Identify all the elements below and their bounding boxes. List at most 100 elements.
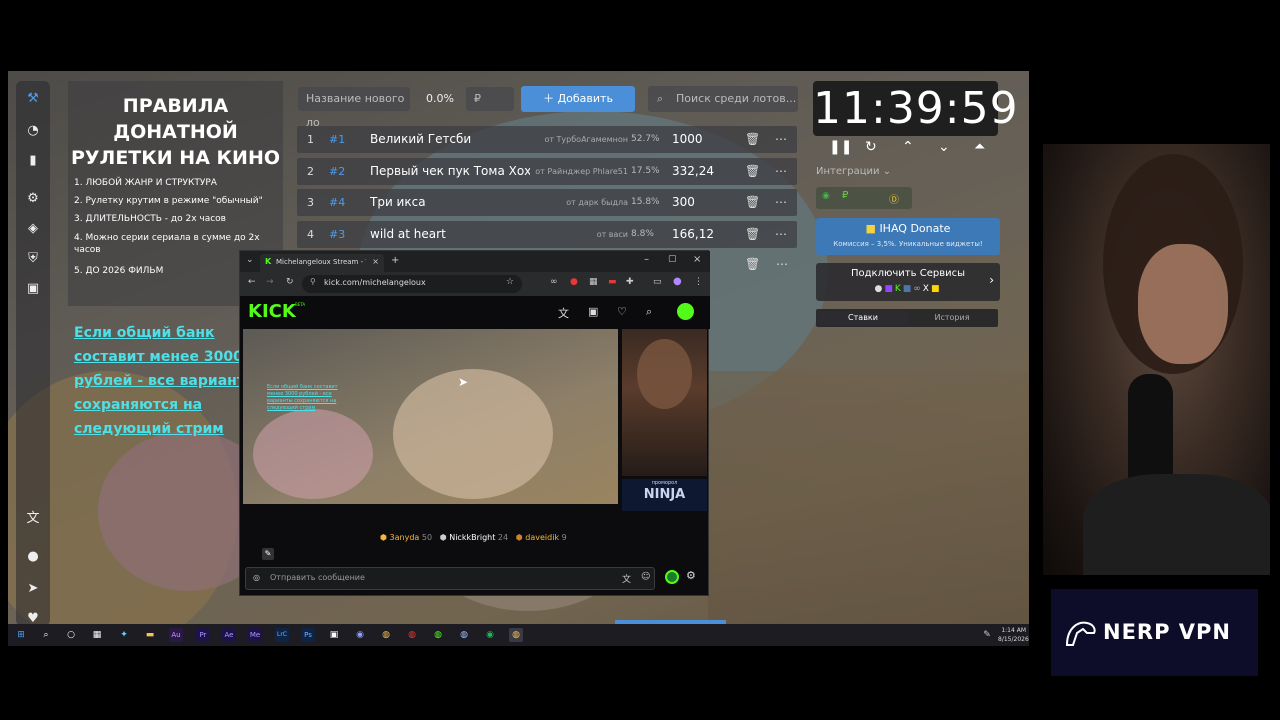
app-icon[interactable]: ▣ bbox=[327, 628, 341, 642]
trash-icon[interactable]: 🗑 bbox=[745, 126, 760, 153]
shield-icon[interactable]: ⛨ bbox=[25, 251, 41, 267]
maximize-icon[interactable]: ▢ bbox=[668, 254, 677, 264]
avatar[interactable] bbox=[677, 303, 694, 320]
more-icon[interactable]: ⋯ bbox=[776, 257, 788, 271]
chat-mode-icon[interactable]: ◎ bbox=[253, 573, 260, 582]
lot-row[interactable]: 2 #2 Первый чек пук Тома Хохла от Райндж… bbox=[297, 158, 797, 185]
lot-name[interactable]: wild at heart bbox=[370, 221, 530, 248]
tab-history[interactable]: История bbox=[908, 311, 996, 325]
premiere-icon[interactable]: Pr bbox=[196, 628, 210, 642]
lot-amount[interactable]: 166,12 bbox=[672, 221, 714, 248]
steam-icon[interactable]: ◍ bbox=[457, 628, 471, 642]
lot-amount[interactable]: 332,24 bbox=[672, 158, 714, 185]
more-icon[interactable]: ⋯ bbox=[775, 158, 787, 185]
media-encoder-icon[interactable]: Me bbox=[248, 628, 262, 642]
profile-icon[interactable]: ● bbox=[673, 276, 682, 287]
ninja-promo[interactable]: проморол NINJA bbox=[622, 479, 707, 511]
forward-icon[interactable]: → bbox=[266, 277, 274, 287]
chrome-active-icon[interactable]: ◍ bbox=[509, 628, 523, 642]
trash-icon[interactable]: 🗑 bbox=[745, 257, 760, 271]
lot-name[interactable]: Великий Гетсби bbox=[370, 126, 530, 153]
system-clock[interactable]: 1:14 AM 8/15/2026 bbox=[998, 626, 1029, 644]
lightroom-icon[interactable]: LrC bbox=[275, 628, 289, 642]
translate-icon[interactable]: 文 bbox=[558, 305, 569, 321]
double-up-icon[interactable]: ⏶ bbox=[974, 139, 985, 155]
translate-icon[interactable]: 文 bbox=[25, 511, 41, 527]
extension-icon[interactable]: ▦ bbox=[589, 277, 598, 287]
amount-input[interactable]: ₽ bbox=[466, 87, 514, 111]
github-icon[interactable]: ● bbox=[25, 549, 41, 565]
restart-icon[interactable]: ↻ bbox=[865, 139, 877, 155]
file-explorer-icon[interactable]: ▬ bbox=[143, 628, 157, 642]
reload-icon[interactable]: ↻ bbox=[286, 277, 294, 287]
chat-input[interactable]: ◎ Отправить сообщение 文 ☺ bbox=[245, 567, 655, 590]
cast-icon[interactable]: ▭ bbox=[653, 277, 662, 287]
integrations-toggle[interactable]: Интеграции ⌄ bbox=[816, 166, 891, 177]
chevron-up-icon[interactable]: ⌃ bbox=[902, 139, 914, 155]
media-icon[interactable]: ▣ bbox=[25, 281, 41, 297]
photoshop-icon[interactable]: Ps bbox=[301, 628, 315, 642]
gift-icon[interactable]: ▣ bbox=[588, 305, 598, 318]
pie-chart-icon[interactable]: ◔ bbox=[25, 123, 41, 139]
gear-icon[interactable]: ⚙ bbox=[25, 191, 41, 207]
lot-name[interactable]: Первый чек пук Тома Хохла bbox=[370, 158, 530, 185]
lot-name-input[interactable]: Название нового ло bbox=[298, 87, 410, 129]
menu-icon[interactable]: ⋮ bbox=[694, 277, 703, 287]
chevron-down-icon[interactable]: ⌄ bbox=[938, 139, 950, 155]
search-icon[interactable]: ⌕ bbox=[646, 305, 652, 319]
lot-row[interactable]: 1 #1 Великий Гетсби от ТурбоАгамемнон 52… bbox=[297, 126, 797, 153]
extension-icon[interactable]: ▬ bbox=[608, 277, 617, 287]
star-icon[interactable]: ☆ bbox=[506, 277, 514, 287]
connect-services-button[interactable]: Подключить Сервисы ●■K■∞X■ › bbox=[816, 263, 1000, 301]
trash-icon[interactable]: 🗑 bbox=[745, 189, 760, 216]
audition-icon[interactable]: Au bbox=[169, 628, 183, 642]
lot-amount[interactable]: 1000 bbox=[672, 126, 703, 153]
emoji-icon[interactable]: ☺ bbox=[641, 572, 650, 582]
tab-list-icon[interactable]: ⌄ bbox=[246, 255, 254, 265]
bar-chart-icon[interactable]: ▮ bbox=[25, 153, 41, 169]
lot-amount[interactable]: 300 bbox=[672, 189, 695, 216]
app-icon[interactable]: ◍ bbox=[405, 628, 419, 642]
more-icon[interactable]: ⋯ bbox=[775, 189, 787, 216]
lot-row[interactable]: 4 #3 wild at heart от васи 8.8% 166,12 🗑… bbox=[297, 221, 797, 248]
kick-points-icon[interactable] bbox=[665, 570, 679, 584]
leader-name[interactable]: daveidik bbox=[525, 533, 559, 542]
puzzle-icon[interactable]: ✚ bbox=[626, 277, 634, 287]
browser-tab[interactable]: K Michelangeloux Stream - Watc × bbox=[260, 254, 384, 272]
ihaq-donate-button[interactable]: ■ IHAQ Donate Комиссия – 3,5%. Уникальны… bbox=[816, 218, 1000, 255]
telegram-icon[interactable]: ➤ bbox=[25, 581, 41, 597]
leader-name[interactable]: 3anyda bbox=[390, 533, 420, 542]
copilot-icon[interactable]: ✦ bbox=[117, 628, 131, 642]
windows-start-icon[interactable]: ⊞ bbox=[14, 628, 28, 642]
pencil-icon[interactable]: ✎ bbox=[262, 548, 274, 560]
heart-icon[interactable]: ♡ bbox=[617, 305, 627, 318]
layers-icon[interactable]: ◈ bbox=[25, 221, 41, 237]
gavel-icon[interactable]: ⚒ bbox=[25, 91, 41, 107]
discord-icon[interactable]: ◉ bbox=[353, 628, 367, 642]
close-window-icon[interactable]: × bbox=[693, 254, 701, 265]
address-bar[interactable]: ⚲ kick.com/michelangeloux ☆ bbox=[302, 275, 522, 293]
minimize-icon[interactable]: – bbox=[644, 254, 649, 265]
search-icon[interactable]: ⌕ bbox=[39, 628, 53, 642]
leader-name[interactable]: NickkBright bbox=[449, 533, 495, 542]
gear-icon[interactable]: ⚙ bbox=[686, 569, 696, 582]
more-icon[interactable]: ⋯ bbox=[775, 126, 787, 153]
lot-row[interactable]: 3 #4 Три икса от дарк быдла 15.8% 300 🗑 … bbox=[297, 189, 797, 216]
close-tab-icon[interactable]: × bbox=[372, 257, 379, 266]
more-icon[interactable]: ⋯ bbox=[775, 221, 787, 248]
cortana-icon[interactable]: ○ bbox=[64, 628, 78, 642]
add-lot-button[interactable]: ＋ Добавить bbox=[521, 86, 635, 112]
kick-logo[interactable]: KICK bbox=[248, 300, 296, 324]
task-view-icon[interactable]: ▦ bbox=[90, 628, 104, 642]
after-effects-icon[interactable]: Ae bbox=[222, 628, 236, 642]
spotify-icon[interactable]: ◉ bbox=[483, 628, 497, 642]
donatepay-icon[interactable]: Ⓓ bbox=[884, 187, 906, 209]
stream-video[interactable]: Если общий банк составит менее 3000 рубл… bbox=[243, 329, 618, 504]
lot-search-input[interactable]: ⌕ Поиск среди лотов... bbox=[648, 86, 798, 112]
vpn-icon[interactable]: ◍ bbox=[431, 628, 445, 642]
tab-bets[interactable]: Ставки bbox=[818, 311, 908, 325]
pen-icon[interactable]: ✎ bbox=[980, 628, 994, 642]
new-tab-icon[interactable]: + bbox=[391, 255, 399, 266]
trash-icon[interactable]: 🗑 bbox=[745, 221, 760, 248]
chrome-icon[interactable]: ◍ bbox=[379, 628, 393, 642]
